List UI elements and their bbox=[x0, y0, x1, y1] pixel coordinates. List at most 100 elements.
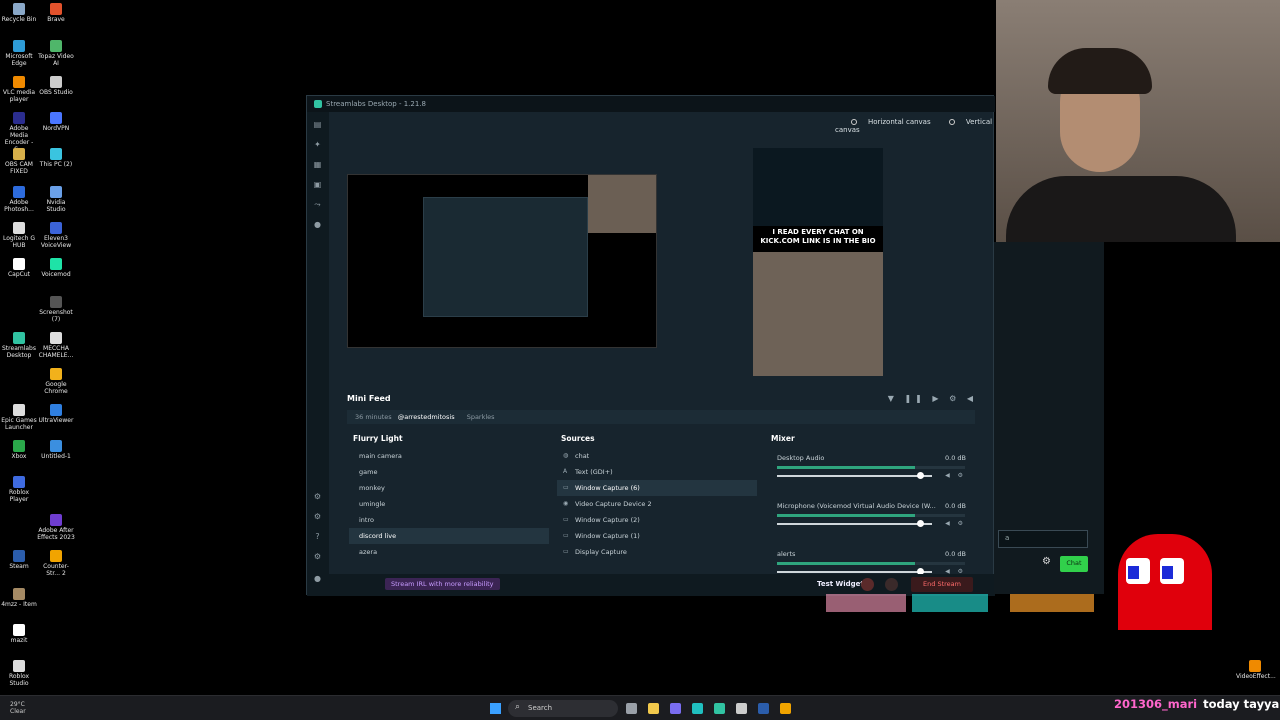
themes-icon[interactable]: ✦ bbox=[313, 140, 322, 149]
scene-collection-title[interactable]: Flurry Light bbox=[349, 434, 549, 448]
chat-send-button[interactable]: Chat bbox=[1060, 556, 1088, 572]
settings-alt-icon[interactable]: ⚙ bbox=[313, 512, 322, 521]
chat-settings-icon[interactable]: ⚙ bbox=[1042, 556, 1051, 567]
desktop-icon[interactable]: OBS Studio bbox=[37, 76, 75, 96]
mini-feed-controls[interactable]: ▼ ❚❚ ▶ ⚙ ◀ bbox=[888, 394, 977, 403]
share-icon[interactable]: ⤳ bbox=[313, 200, 322, 209]
settings-icon[interactable]: ⚙ bbox=[313, 552, 322, 561]
source-item[interactable]: ▭ Window Capture (6) bbox=[557, 480, 757, 496]
replay-buffer-button[interactable] bbox=[885, 578, 898, 591]
chat-input[interactable]: a bbox=[998, 530, 1088, 548]
volume-meter bbox=[777, 514, 965, 517]
desktop-icon[interactable]: UltraViewer bbox=[37, 404, 75, 424]
desktop-icon[interactable]: Eleven3 VoiceView bbox=[37, 222, 75, 249]
desktop-icon[interactable]: Voicemod bbox=[37, 258, 75, 278]
desktop-icon[interactable]: MECCHA CHAMELE... bbox=[37, 332, 75, 359]
source-item[interactable]: A Text (GDI+) bbox=[557, 464, 757, 480]
desktop-icon[interactable]: Adobe Photosh... bbox=[0, 186, 38, 213]
window-icon: ▭ bbox=[563, 484, 569, 491]
desktop-icon[interactable]: Xbox bbox=[0, 440, 38, 460]
scene-item[interactable]: intro bbox=[349, 512, 549, 528]
source-item[interactable]: ◉ Video Capture Device 2 bbox=[557, 496, 757, 512]
scene-item[interactable]: umingle bbox=[349, 496, 549, 512]
editor-icon[interactable]: ▤ bbox=[313, 120, 322, 129]
highlighter-icon[interactable]: ● bbox=[313, 220, 322, 229]
taskbar-search[interactable]: ⌕ Search bbox=[508, 700, 618, 717]
dashboard-icon[interactable]: ▣ bbox=[313, 180, 322, 189]
steam-taskbar-icon[interactable] bbox=[758, 703, 769, 714]
source-item[interactable]: ▭ Display Capture bbox=[557, 544, 757, 560]
record-button[interactable] bbox=[861, 578, 874, 591]
desktop-icon[interactable]: Adobe Media Encoder - S... bbox=[0, 112, 38, 153]
desktop-icon[interactable]: Untitled-1 bbox=[37, 440, 75, 460]
end-stream-button[interactable]: End Stream bbox=[911, 577, 973, 592]
scene-item[interactable]: discord live bbox=[349, 528, 549, 544]
scene-item[interactable]: game bbox=[349, 464, 549, 480]
profile-icon[interactable]: ● bbox=[313, 574, 322, 583]
horizontal-canvas-toggle[interactable]: Horizontal canvas bbox=[843, 118, 931, 126]
apps-icon[interactable]: ⚙ bbox=[313, 492, 322, 501]
irl-promo-button[interactable]: Stream IRL with more reliability bbox=[385, 578, 500, 590]
weather-condition: Clear bbox=[10, 708, 26, 715]
vertical-preview[interactable]: I READ EVERY CHAT ON KICK.COM LINK IS IN… bbox=[753, 148, 883, 376]
chat-panel: a ⚙ Chat bbox=[994, 242, 1104, 594]
desktop-icon[interactable]: Screenshot (7) bbox=[37, 296, 75, 323]
streamlabs-taskbar-icon[interactable] bbox=[714, 703, 725, 714]
volume-slider[interactable] bbox=[777, 520, 932, 527]
start-button-icon[interactable] bbox=[490, 703, 501, 714]
desktop-icon[interactable]: Counter-Str... 2 bbox=[37, 550, 75, 577]
mute-icon[interactable]: ◀ ⚙ bbox=[945, 472, 966, 479]
desktop-icon[interactable]: Roblox Studio bbox=[0, 660, 38, 687]
desktop-icon-label: NordVPN bbox=[42, 125, 70, 132]
scene-item[interactable]: monkey bbox=[349, 480, 549, 496]
horizontal-preview[interactable] bbox=[347, 174, 657, 348]
desktop-icon[interactable]: VideoEffect... bbox=[1236, 660, 1276, 680]
task-view-icon[interactable] bbox=[626, 703, 637, 714]
file-explorer-icon[interactable] bbox=[648, 703, 659, 714]
desktop-icon[interactable]: This PC (2) bbox=[37, 148, 75, 168]
obs-taskbar-icon[interactable] bbox=[736, 703, 747, 714]
desktop-icon[interactable]: Roblox Player bbox=[0, 476, 38, 503]
desktop-icon[interactable]: Streamlabs Desktop bbox=[0, 332, 38, 359]
desktop-icon[interactable]: CapCut bbox=[0, 258, 38, 278]
eye-icon bbox=[851, 119, 857, 125]
desktop-icon[interactable]: Steam bbox=[0, 550, 38, 570]
source-item[interactable]: ◍ chat bbox=[557, 448, 757, 464]
desktop-icon[interactable]: Epic Games Launcher bbox=[0, 404, 38, 431]
desktop-icon[interactable]: OBS CAM FIXED bbox=[0, 148, 38, 175]
volume-slider[interactable] bbox=[777, 568, 932, 575]
desktop-icon[interactable]: NordVPN bbox=[37, 112, 75, 132]
weather-widget[interactable]: 29°C Clear bbox=[10, 701, 26, 715]
source-item[interactable]: ▭ Window Capture (2) bbox=[557, 512, 757, 528]
desktop-icon[interactable]: Logitech G HUB bbox=[0, 222, 38, 249]
desktop-icon[interactable]: 4mzz - Item bbox=[0, 588, 38, 608]
slider-knob[interactable] bbox=[916, 520, 924, 527]
desktop-icon[interactable]: Adobe After Effects 2023 bbox=[37, 514, 75, 541]
desktop-icon-label: Roblox Player bbox=[8, 489, 30, 503]
desktop-icon[interactable]: VLC media player bbox=[0, 76, 38, 103]
app-icon bbox=[13, 332, 25, 344]
desktop-icon[interactable]: Google Chrome bbox=[37, 368, 75, 395]
desktop-icon-label: OBS Studio bbox=[39, 89, 73, 96]
volume-slider[interactable] bbox=[777, 472, 932, 479]
game-taskbar-icon[interactable] bbox=[780, 703, 791, 714]
desktop-icon[interactable]: Recycle Bin bbox=[0, 3, 38, 23]
slider-knob[interactable] bbox=[916, 472, 924, 479]
store-icon[interactable]: ▦ bbox=[313, 160, 322, 169]
desktop-icon[interactable]: Topaz Video AI bbox=[37, 40, 75, 67]
help-icon[interactable]: ? bbox=[313, 532, 322, 541]
desktop-icon[interactable]: mazit bbox=[0, 624, 38, 644]
nav-sidebar: ▤ ✦ ▦ ▣ ⤳ ● ⚙ ⚙ ? ⚙ ● bbox=[307, 112, 329, 596]
desktop-icon[interactable]: Nvidia Studio bbox=[37, 186, 75, 213]
discord-icon[interactable] bbox=[670, 703, 681, 714]
desktop-icon[interactable]: Brave bbox=[37, 3, 75, 23]
app-icon[interactable] bbox=[692, 703, 703, 714]
scene-item[interactable]: main camera bbox=[349, 448, 549, 464]
desktop-icon[interactable]: Microsoft Edge bbox=[0, 40, 38, 67]
app-icon bbox=[50, 368, 62, 380]
scenes-panel: Flurry Light main camera game monkey umingl… bbox=[349, 434, 549, 566]
mute-icon[interactable]: ◀ ⚙ bbox=[945, 520, 966, 527]
scene-item[interactable]: azera bbox=[349, 544, 549, 560]
source-item[interactable]: ▭ Window Capture (1) bbox=[557, 528, 757, 544]
window-titlebar[interactable]: Streamlabs Desktop - 1.21.8 bbox=[307, 96, 995, 112]
